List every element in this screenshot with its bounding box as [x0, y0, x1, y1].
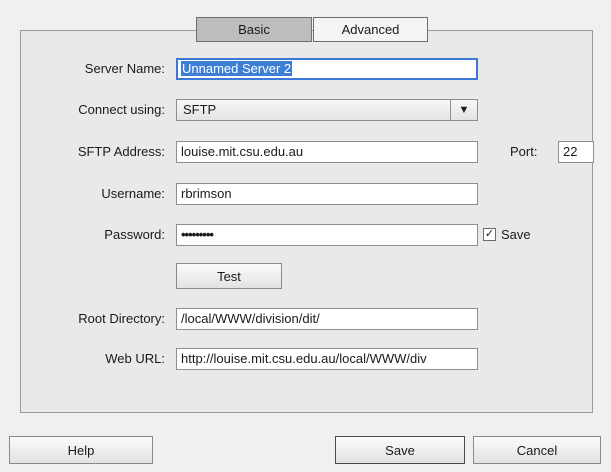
username-label: Username:: [101, 186, 165, 201]
help-button[interactable]: Help: [9, 436, 153, 464]
port-label: Port:: [510, 144, 538, 159]
server-name-label: Server Name:: [84, 61, 165, 76]
cancel-button[interactable]: Cancel: [473, 436, 601, 464]
web-url-label: Web URL:: [105, 351, 165, 366]
sftp-address-label: SFTP Address:: [77, 144, 165, 159]
chevron-down-icon[interactable]: ▼: [450, 100, 477, 120]
root-directory-label: Root Directory:: [78, 311, 165, 326]
tab-advanced[interactable]: Advanced: [313, 17, 428, 42]
sftp-address-input[interactable]: louise.mit.csu.edu.au: [176, 141, 478, 163]
connect-using-select[interactable]: SFTP ▼: [176, 99, 478, 121]
username-input[interactable]: rbrimson: [176, 183, 478, 205]
root-directory-input[interactable]: /local/WWW/division/dit/: [176, 308, 478, 330]
connect-using-value: SFTP: [183, 102, 217, 117]
server-name-input[interactable]: Unnamed Server 2: [176, 58, 478, 80]
save-button[interactable]: Save: [335, 436, 465, 464]
test-button[interactable]: Test: [176, 263, 282, 289]
checkmark-icon: ✓: [484, 228, 495, 240]
port-input[interactable]: 22: [558, 141, 594, 163]
save-password-checkbox[interactable]: ✓: [483, 228, 496, 241]
tab-basic[interactable]: Basic: [196, 17, 312, 42]
password-input[interactable]: •••••••••: [176, 224, 478, 246]
password-label: Password:: [104, 227, 165, 242]
server-name-value: Unnamed Server 2: [181, 61, 293, 76]
connect-using-label: Connect using:: [78, 102, 165, 117]
web-url-input[interactable]: http://louise.mit.csu.edu.au/local/WWW/d…: [176, 348, 478, 370]
save-password-label[interactable]: Save: [501, 225, 531, 245]
